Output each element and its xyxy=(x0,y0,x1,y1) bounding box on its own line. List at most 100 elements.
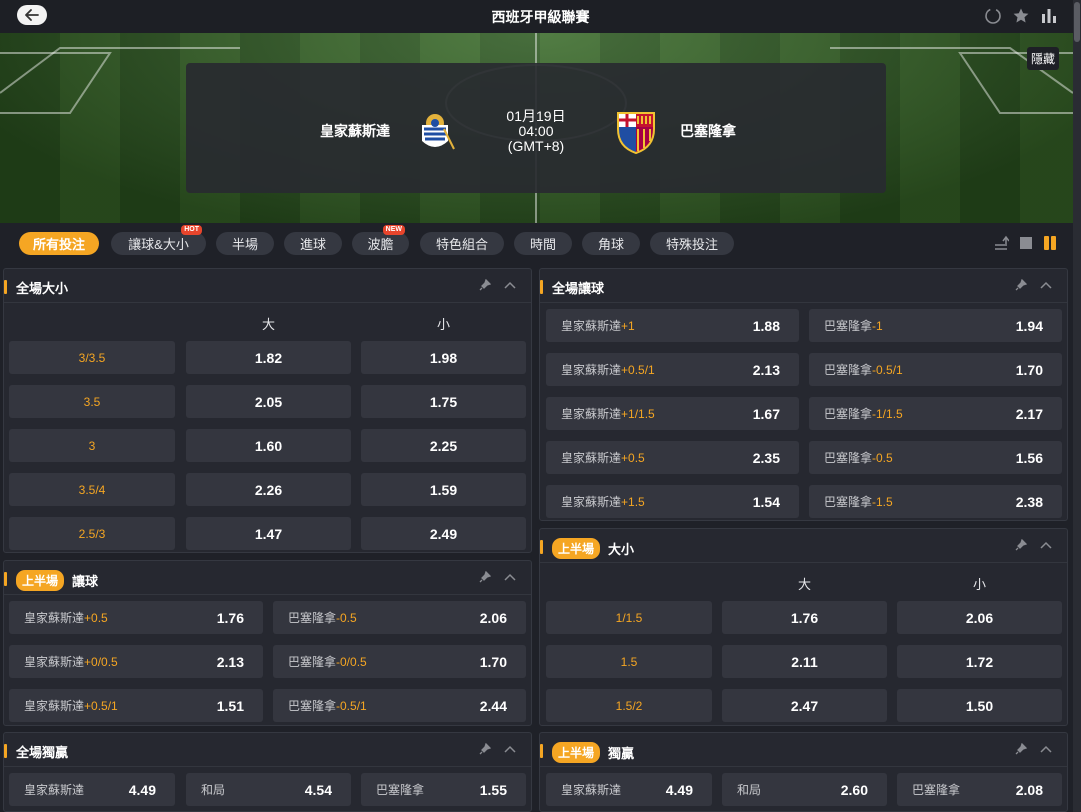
panel-header[interactable]: 上半場 獨贏 xyxy=(540,733,1067,767)
odds-value: 2.35 xyxy=(752,449,780,466)
scrollbar[interactable] xyxy=(1073,0,1081,812)
odds-button-away[interactable]: 巴塞隆拿 -0.5 1.56 xyxy=(809,441,1062,474)
odds-value: 2.26 xyxy=(254,481,283,498)
pin-icon[interactable] xyxy=(479,571,491,583)
panel-header[interactable]: 上半場 大小 xyxy=(540,529,1067,563)
chevron-up-icon[interactable] xyxy=(503,280,517,290)
odds-value: 1.98 xyxy=(429,349,458,366)
star-icon[interactable] xyxy=(1011,6,1031,26)
back-button[interactable] xyxy=(17,5,47,25)
odds-button-away[interactable]: 巴塞隆拿 -1 1.94 xyxy=(809,309,1062,342)
selection-label: 巴塞隆拿 xyxy=(288,655,337,669)
odds-button-home-win[interactable]: 皇家蘇斯達 4.49 xyxy=(9,773,175,806)
odds-button-away-win[interactable]: 巴塞隆拿 1.55 xyxy=(361,773,526,806)
odds-button-home[interactable]: 皇家蘇斯達 +0.5 1.76 xyxy=(9,601,263,634)
filter-chip-all[interactable]: 所有投注 xyxy=(19,232,99,255)
filter-chip-handicap-ou[interactable]: 讓球&大小 HOT xyxy=(111,225,206,255)
stats-icon[interactable] xyxy=(1039,6,1059,26)
odds-button-away[interactable]: 巴塞隆拿 -0/0.5 1.70 xyxy=(273,645,526,678)
odds-button-over[interactable]: 2.11 xyxy=(722,645,887,678)
odds-button-away[interactable]: 巴塞隆拿 -0.5/1 2.44 xyxy=(273,689,526,722)
odds-button-draw[interactable]: 和局 2.60 xyxy=(722,773,887,806)
pin-icon[interactable] xyxy=(1015,279,1027,291)
odds-button-under[interactable]: 2.49 xyxy=(361,517,526,550)
filter-chip-time[interactable]: 時間 xyxy=(514,232,572,255)
odds-button-under[interactable]: 1.75 xyxy=(361,385,526,418)
selection-label: 巴塞隆拿 xyxy=(824,363,873,377)
chevron-up-icon[interactable] xyxy=(503,572,517,582)
odds-value: 2.06 xyxy=(965,609,994,626)
handicap-value: -0.5 xyxy=(872,450,893,465)
odds-value: 2.06 xyxy=(479,609,507,626)
odds-button-under[interactable]: 1.59 xyxy=(361,473,526,506)
odds-button-draw[interactable]: 和局 4.54 xyxy=(186,773,351,806)
filter-chip-correct-score[interactable]: 波膽 NEW xyxy=(352,225,409,255)
pin-icon[interactable] xyxy=(1015,539,1027,551)
chevron-up-icon[interactable] xyxy=(1039,744,1053,754)
odds-value: 2.08 xyxy=(1015,781,1043,798)
odds-value: 4.49 xyxy=(665,781,693,798)
new-badge: NEW xyxy=(382,225,405,235)
odds-button-over[interactable]: 1.82 xyxy=(186,341,351,374)
odds-button-under[interactable]: 2.06 xyxy=(897,601,1062,634)
scrollbar-thumb[interactable] xyxy=(1074,2,1080,42)
odds-button-over[interactable]: 1.76 xyxy=(722,601,887,634)
pin-icon[interactable] xyxy=(479,743,491,755)
odds-button-over[interactable]: 2.26 xyxy=(186,473,351,506)
odds-button-home[interactable]: 皇家蘇斯達 +0.5/1 1.51 xyxy=(9,689,263,722)
odds-button-over[interactable]: 1.47 xyxy=(186,517,351,550)
collapse-all-icon[interactable] xyxy=(993,235,1009,251)
single-column-view-icon[interactable] xyxy=(1019,236,1033,250)
odds-button-under[interactable]: 1.50 xyxy=(897,689,1062,722)
selection-label: 皇家蘇斯達 xyxy=(561,363,622,377)
filter-chip-half[interactable]: 半場 xyxy=(216,232,274,255)
refresh-icon[interactable] xyxy=(983,6,1003,26)
chevron-up-icon[interactable] xyxy=(1039,540,1053,550)
chevron-up-icon[interactable] xyxy=(503,744,517,754)
pin-icon[interactable] xyxy=(1015,743,1027,755)
column-header-over: 大 xyxy=(261,317,275,332)
hide-button[interactable]: 隱藏 xyxy=(1026,47,1059,70)
panel-header[interactable]: 上半場 讓球 xyxy=(4,561,531,595)
odds-button-home[interactable]: 皇家蘇斯達 +1 1.88 xyxy=(546,309,799,342)
odds-button-over[interactable]: 2.05 xyxy=(186,385,351,418)
two-column-view-icon[interactable] xyxy=(1043,235,1057,251)
chevron-up-icon[interactable] xyxy=(1039,280,1053,290)
odds-button-under[interactable]: 2.25 xyxy=(361,429,526,462)
odds-button-under[interactable]: 1.72 xyxy=(897,645,1062,678)
handicap-value: -0/0.5 xyxy=(336,654,367,669)
filter-chip-special-bets[interactable]: 特殊投注 xyxy=(650,232,734,255)
handicap-value: -1 xyxy=(872,318,883,333)
ou-line-cell: 1/1.5 xyxy=(546,601,712,634)
odds-button-home[interactable]: 皇家蘇斯達 +1/1.5 1.67 xyxy=(546,397,799,430)
odds-button-home[interactable]: 皇家蘇斯達 +0/0.5 2.13 xyxy=(9,645,263,678)
ou-line-cell: 3 xyxy=(9,429,175,462)
odds-button-home-win[interactable]: 皇家蘇斯達 4.49 xyxy=(546,773,712,806)
odds-button-under[interactable]: 1.98 xyxy=(361,341,526,374)
filter-chip-specials-combo[interactable]: 特色組合 xyxy=(420,232,504,255)
odds-button-home[interactable]: 皇家蘇斯達 +1.5 1.54 xyxy=(546,485,799,518)
pin-icon[interactable] xyxy=(479,279,491,291)
odds-button-away[interactable]: 巴塞隆拿 -1.5 2.38 xyxy=(809,485,1062,518)
panel-header[interactable]: 全場獨贏 xyxy=(4,733,531,767)
selection-label: 巴塞隆拿 xyxy=(824,319,873,333)
odds-value: 1.59 xyxy=(429,481,458,498)
panel-header[interactable]: 全場大小 xyxy=(4,269,531,303)
odds-button-away[interactable]: 巴塞隆拿 -0.5/1 1.70 xyxy=(809,353,1062,386)
selection-label: 巴塞隆拿 xyxy=(912,783,961,797)
selection-label: 和局 xyxy=(201,783,226,797)
handicap-value: +1.5 xyxy=(621,494,645,509)
odds-button-over[interactable]: 1.60 xyxy=(186,429,351,462)
odds-value: 2.05 xyxy=(254,393,283,410)
handicap-value: -0.5 xyxy=(336,610,357,625)
odds-button-home[interactable]: 皇家蘇斯達 +0.5 2.35 xyxy=(546,441,799,474)
odds-button-away[interactable]: 巴塞隆拿 -1/1.5 2.17 xyxy=(809,397,1062,430)
selection-label: 皇家蘇斯達 xyxy=(561,319,622,333)
panel-header[interactable]: 全場讓球 xyxy=(540,269,1067,303)
odds-button-away-win[interactable]: 巴塞隆拿 2.08 xyxy=(897,773,1062,806)
filter-chip-goals[interactable]: 進球 xyxy=(284,232,342,255)
odds-button-away[interactable]: 巴塞隆拿 -0.5 2.06 xyxy=(273,601,526,634)
odds-button-home[interactable]: 皇家蘇斯達 +0.5/1 2.13 xyxy=(546,353,799,386)
filter-chip-corners[interactable]: 角球 xyxy=(582,232,640,255)
odds-button-over[interactable]: 2.47 xyxy=(722,689,887,722)
